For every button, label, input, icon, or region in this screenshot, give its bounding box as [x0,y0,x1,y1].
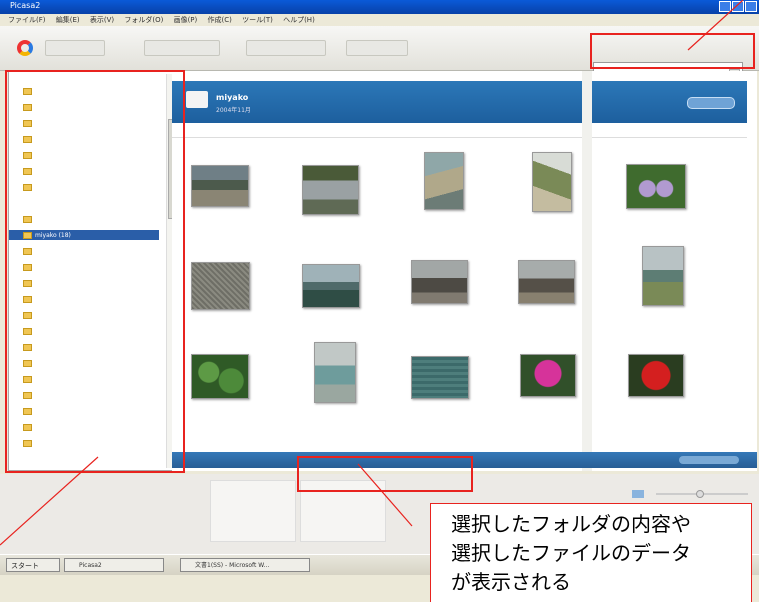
callout-line-search [687,0,744,51]
callout-line-status [357,463,413,527]
annotation-line-3: が表示される [451,570,571,594]
annotation-box: 選択したフォルダの内容や 選択したファイルのデータ が表示される [430,503,752,602]
annotation-line-1: 選択したフォルダの内容や [451,512,691,536]
callout-line-tree [0,456,99,546]
annotation-line-2: 選択したファイルのデータ [451,541,691,565]
